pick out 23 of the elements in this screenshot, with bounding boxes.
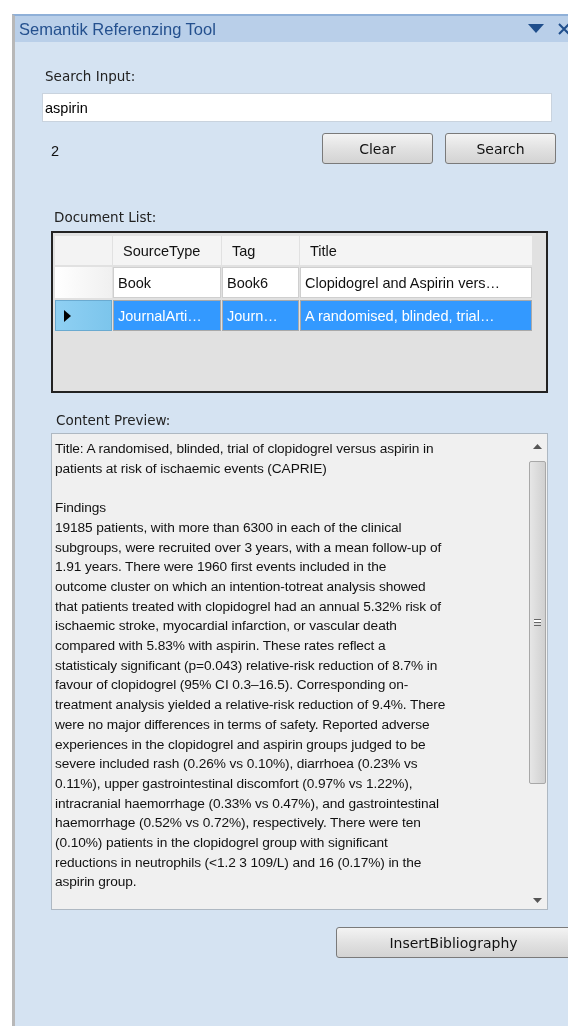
column-header[interactable]: Tag xyxy=(222,236,299,265)
search-button[interactable]: Search xyxy=(445,133,556,164)
column-header[interactable]: SourceType xyxy=(113,236,221,265)
search-field[interactable]: aspirin xyxy=(42,93,552,122)
close-icon[interactable] xyxy=(558,23,568,35)
row-header[interactable] xyxy=(55,300,112,331)
preview-text: Title: A randomised, blinded, trial of clopidogrel versus aspirin in patients at risk of ischaemic events (CAPRIE) Findings 19185 patients, with more than 6300 in each of the clinical subgroups, were recruited over 3 years, with a mean follow-up of 1.91 years. There were 1960 first events included in the outcome cluster on which an intention-totreat analysis showed that patients treated with clopidogrel had an annual 5.32% risk of ischaemic stroke, myocardial infarction, or vascular death compared with 5.83% with aspirin. These rates reflect a statisticaly significant (p=0.043) relative-risk reduction of 8.7% in favour of clopidogrel (95% CI 0.3–16.5). Corresponding on- treatment analysis yielded a relative-risk reduction of 9.4%. There were no major differences in terms of safety. Reported adverse experiences in the clopidogrel and aspirin groups judged to be severe included rash (0.26% vs 0.10%), diarrhoea (0.23% vs 0.11%), upper gastrointestinal discomfort (0.97% vs 1.22%), intracranial haemorrhage (0.33% vs 0.47%), and gastrointestinal haemorrhage (0.52% vs 0.72%), respectively. There were ten (0.10%) patients in the clopidogrel group with significant reductions in neutrophils (<1.2 3 109/L) and 16 (0.17%) in the aspirin group. xyxy=(54,440,447,892)
table-cell[interactable]: Book6 xyxy=(222,267,299,298)
result-count: 2 xyxy=(51,143,61,159)
section-label: Document List: xyxy=(54,209,158,225)
clear-button[interactable]: Clear xyxy=(322,133,433,164)
table-cell[interactable]: Book xyxy=(113,267,221,298)
column-header[interactable]: Title xyxy=(300,236,532,265)
dropdown-icon[interactable] xyxy=(528,24,544,34)
insert-bibliography-button[interactable]: InsertBibliography xyxy=(336,927,568,958)
scroll-down-icon[interactable] xyxy=(532,898,542,903)
section-label: Content Preview: xyxy=(56,412,172,428)
field-label: Search Input: xyxy=(45,68,137,84)
scrollbar-thumb[interactable] xyxy=(528,461,546,784)
window-title: Semantik Referenzing Tool xyxy=(19,19,217,39)
scroll-up-icon[interactable] xyxy=(532,444,542,449)
row-pointer-icon xyxy=(64,309,71,322)
table-cell[interactable]: Clopidogrel and Aspirin vers… xyxy=(300,267,532,298)
